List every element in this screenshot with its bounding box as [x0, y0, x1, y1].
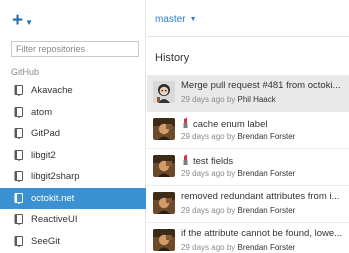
avatar: [153, 229, 175, 251]
repo-name: ReactiveUI: [31, 214, 78, 226]
commit-meta: 29 days ago by Brendan Forster: [181, 243, 347, 252]
repository-icon: [14, 235, 24, 247]
avatar: [153, 118, 175, 140]
repository-icon: [14, 192, 24, 204]
commit-meta: 29 days ago by Brendan Forster: [181, 132, 347, 141]
commit-author: Brendan Forster: [237, 132, 296, 141]
commit-title: if the attribute cannot be found, lowe..…: [181, 228, 347, 239]
commit-title: cache enum label: [181, 117, 347, 130]
branch-selector[interactable]: master ▼: [155, 14, 197, 25]
commit-list: Merge pull request #481 from octoki... 29…: [147, 75, 349, 253]
commit-time: 29 days ago by: [181, 243, 236, 252]
commit-author: Brendan Forster: [237, 206, 296, 215]
avatar: [153, 81, 175, 103]
divider: [147, 36, 349, 37]
commit-time: 29 days ago by: [181, 169, 236, 178]
chevron-down-icon: ▼: [25, 17, 34, 27]
repository-icon: [14, 85, 24, 97]
plus-icon: +: [12, 10, 24, 31]
avatar: [153, 155, 175, 177]
sidebar-item-repo[interactable]: Akavache: [0, 80, 146, 102]
repo-name: SeeGit: [31, 235, 61, 247]
repo-name: octokit.net: [31, 192, 75, 204]
commit-title: Merge pull request #481 from octoki...: [181, 80, 347, 91]
sidebar-item-repo[interactable]: libgit2sharp: [0, 166, 146, 188]
commit-message: cache enum label: [193, 119, 268, 130]
history-title: History: [155, 52, 190, 64]
sidebar-item-repo[interactable]: SeeGit: [0, 231, 146, 253]
repository-icon: [14, 106, 24, 118]
repository-icon: [14, 149, 24, 161]
repository-icon: [14, 171, 24, 183]
commit-row[interactable]: test fields 29 days ago by Brendan Forste…: [147, 149, 349, 186]
sidebar-item-repo[interactable]: atom: [0, 102, 146, 124]
repo-name: Akavache: [31, 85, 73, 97]
commit-message: if the attribute cannot be found, lowe..…: [181, 228, 343, 239]
filter-repositories-input[interactable]: [11, 41, 139, 57]
commit-time: 29 days ago by: [181, 95, 236, 104]
commit-meta: 29 days ago by Brendan Forster: [181, 169, 347, 178]
commit-message: test fields: [193, 156, 234, 167]
repo-name: libgit2sharp: [31, 171, 80, 183]
history-pane: master ▼ History Merge pull request #481…: [147, 0, 349, 253]
commit-row[interactable]: Merge pull request #481 from octoki... 29…: [147, 75, 349, 112]
repo-name: libgit2: [31, 149, 56, 161]
sidebar-item-repo[interactable]: libgit2: [0, 145, 146, 167]
lipstick-icon: [181, 154, 190, 165]
repository-sidebar: + ▼ GitHub Akavache atom GitPad libgit2 …: [0, 0, 146, 253]
commit-author: Phil Haack: [237, 95, 276, 104]
sidebar-item-repo[interactable]: GitPad: [0, 123, 146, 145]
commit-title: removed redundant attributes from i...: [181, 191, 347, 202]
add-repository-button[interactable]: + ▼: [12, 10, 34, 31]
commit-meta: 29 days ago by Brendan Forster: [181, 206, 347, 215]
commit-message: removed redundant attributes from i...: [181, 191, 340, 202]
sidebar-item-repo[interactable]: ReactiveUI: [0, 209, 146, 231]
commit-time: 29 days ago by: [181, 132, 236, 141]
lipstick-icon: [181, 117, 190, 128]
commit-row[interactable]: removed redundant attributes from i... 29…: [147, 186, 349, 223]
repository-icon: [14, 128, 24, 140]
commit-message: Merge pull request #481 from octoki...: [181, 80, 341, 91]
commit-time: 29 days ago by: [181, 206, 236, 215]
sidebar-item-repo[interactable]: octokit.net: [0, 187, 146, 209]
commit-title: test fields: [181, 154, 347, 167]
commit-author: Brendan Forster: [237, 169, 296, 178]
commit-meta: 29 days ago by Phil Haack: [181, 95, 347, 104]
avatar: [153, 192, 175, 214]
repository-icon: [14, 214, 24, 226]
commit-row[interactable]: cache enum label 29 days ago by Brendan F…: [147, 112, 349, 149]
commit-row[interactable]: if the attribute cannot be found, lowe..…: [147, 223, 349, 253]
chevron-down-icon: ▼: [189, 16, 197, 23]
commit-author: Brendan Forster: [237, 243, 296, 252]
repo-name: GitPad: [31, 128, 61, 140]
repository-list: Akavache atom GitPad libgit2 libgit2shar…: [0, 80, 146, 252]
repo-name: atom: [31, 106, 53, 118]
branch-name: master: [155, 14, 186, 25]
repo-group-label: GitHub: [11, 67, 40, 77]
